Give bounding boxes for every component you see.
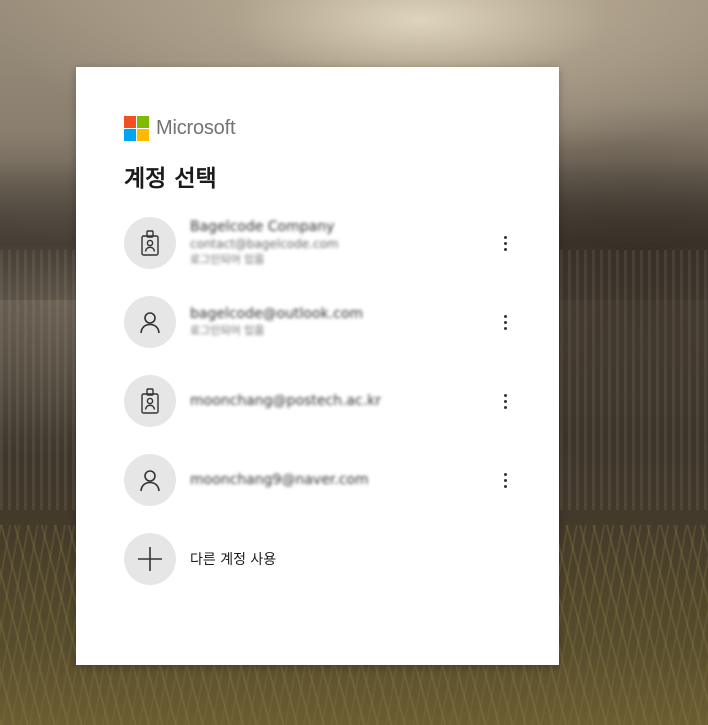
- brand: Microsoft: [124, 115, 236, 141]
- brand-name: Microsoft: [156, 116, 236, 139]
- account-email: contact@bagelcode.com: [190, 237, 339, 251]
- more-options-button[interactable]: [494, 468, 516, 492]
- account-avatar: [124, 217, 176, 269]
- more-options-button[interactable]: [494, 389, 516, 413]
- more-dots-icon: [503, 247, 507, 251]
- more-dots-icon: [503, 235, 507, 239]
- badge-icon: [141, 230, 159, 256]
- account-avatar: [124, 375, 176, 427]
- account-item[interactable]: moonchang@postech.ac.kr: [124, 375, 514, 427]
- badge-icon: [141, 388, 159, 414]
- use-another-account-label: 다른 계정 사용: [190, 552, 277, 568]
- account-info: Bagelcode Company contact@bagelcode.com …: [190, 218, 514, 268]
- more-dots-icon: [503, 241, 507, 245]
- account-picker-card: Microsoft 계정 선택 Bagelcode Company contac…: [76, 67, 559, 665]
- logo-square-blue: [124, 128, 136, 141]
- account-item[interactable]: bagelcode@outlook.com 로그인되어 있음: [124, 296, 514, 348]
- account-status: 로그인되어 있음: [190, 324, 265, 337]
- person-icon: [140, 470, 160, 492]
- person-icon: [140, 312, 160, 334]
- account-email: bagelcode@outlook.com: [190, 306, 364, 322]
- more-dots-icon: [503, 314, 507, 318]
- more-dots-icon: [503, 399, 507, 403]
- account-email: moonchang@postech.ac.kr: [190, 393, 382, 409]
- logo-square-red: [124, 115, 136, 128]
- account-item[interactable]: Bagelcode Company contact@bagelcode.com …: [124, 217, 514, 269]
- more-dots-icon: [503, 320, 507, 324]
- more-dots-icon: [503, 326, 507, 330]
- microsoft-logo-icon: [124, 115, 149, 141]
- account-status: 로그인되어 있음: [190, 253, 265, 266]
- account-info: moonchang9@naver.com: [190, 471, 514, 489]
- account-email: moonchang9@naver.com: [190, 472, 369, 488]
- logo-square-green: [137, 115, 149, 128]
- logo-square-yellow: [137, 128, 149, 141]
- plus-icon: [138, 547, 162, 571]
- account-avatar: [124, 296, 176, 348]
- more-dots-icon: [503, 484, 507, 488]
- account-list: Bagelcode Company contact@bagelcode.com …: [124, 217, 514, 585]
- more-options-button[interactable]: [494, 310, 516, 334]
- page-title: 계정 선택: [124, 166, 217, 192]
- account-info: moonchang@postech.ac.kr: [190, 392, 514, 410]
- more-dots-icon: [503, 478, 507, 482]
- account-name: Bagelcode Company: [190, 219, 335, 235]
- more-dots-icon: [503, 405, 507, 409]
- use-another-account-button[interactable]: 다른 계정 사용: [124, 533, 514, 585]
- account-avatar: [124, 454, 176, 506]
- add-account-avatar: [124, 533, 176, 585]
- account-item[interactable]: moonchang9@naver.com: [124, 454, 514, 506]
- account-info: bagelcode@outlook.com 로그인되어 있음: [190, 305, 514, 339]
- more-dots-icon: [503, 393, 507, 397]
- more-dots-icon: [503, 472, 507, 476]
- more-options-button[interactable]: [494, 231, 516, 255]
